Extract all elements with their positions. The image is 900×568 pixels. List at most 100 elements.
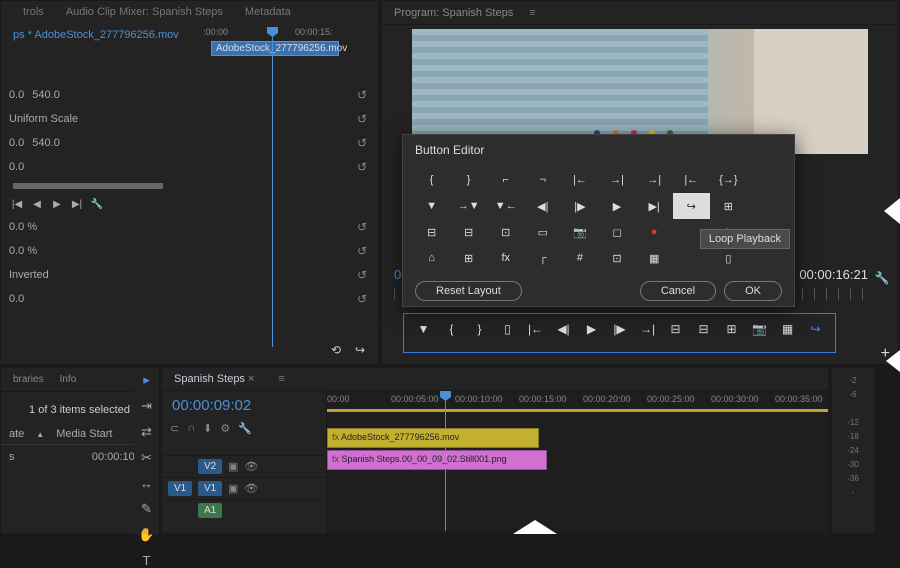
transport-button-11[interactable]: ⊞ [724,321,740,337]
editor-button-11[interactable]: →▼ [450,193,487,219]
editor-button-10[interactable]: ▼ [413,193,450,219]
tab-sequence[interactable]: Spanish Steps [162,368,266,390]
eye-icon[interactable]: 👁 [244,482,258,495]
editor-button-25[interactable]: ◻ [598,219,635,245]
transport-button-14[interactable]: ↪ [808,321,824,337]
tab-audio-mixer[interactable]: Audio Clip Mixer: Spanish Steps [56,1,233,23]
editor-button-21[interactable]: ⊟ [450,219,487,245]
transport-button-1[interactable]: { [444,321,460,337]
transport-button-12[interactable]: 📷 [752,321,768,337]
transport-button-bar[interactable]: ▼{}▯|←◀|▶|▶→|⊟⊟⊞📷▦↪ [403,313,836,353]
reset-icon[interactable]: ↺ [354,135,370,151]
fx-slider[interactable] [13,183,163,189]
transport-button-7[interactable]: |▶ [612,321,628,337]
track-header-v1[interactable]: V1V1▣👁 [162,477,326,499]
tab-metadata[interactable]: Metadata [235,1,301,23]
eye-icon[interactable]: 👁 [244,460,258,473]
timeline-ruler[interactable]: 00:0000:00:05:0000:00:10:0000:00:15:0000… [327,391,828,411]
clip-v1[interactable]: Spanish Steps.00_00_09_02.Still001.png [327,450,547,470]
selection-tool-icon[interactable]: ▸ [138,372,156,388]
editor-button-36[interactable]: ▦ [636,245,673,271]
export-icon[interactable]: ↪ [352,342,368,358]
editor-button-35[interactable]: ⊡ [598,245,635,271]
transport-button-2[interactable]: } [472,321,488,337]
transport-button-4[interactable]: |← [528,321,544,337]
clip-v2[interactable]: AdobeStock_277796256.mov [327,428,539,448]
toggle-output-icon[interactable]: ▣ [228,482,238,495]
editor-button-7[interactable]: |← [673,167,710,193]
fx-inverted[interactable]: Inverted [9,269,49,281]
editor-button-30[interactable]: ⌂ [413,245,450,271]
toggle-output-icon[interactable]: ▣ [228,460,238,473]
fx-row-rot[interactable]: 0.0↺ [1,155,378,179]
razor-tool-icon[interactable]: ✂ [138,450,156,466]
transport-button-13[interactable]: ▦ [780,321,796,337]
transport-button-6[interactable]: ▶ [584,321,600,337]
editor-button-9[interactable] [747,167,784,193]
editor-button-6[interactable]: →| [636,167,673,193]
editor-button-2[interactable]: ⌐ [487,167,524,193]
track-header-v2[interactable]: V2▣👁 [162,455,326,477]
tab-libraries[interactable]: braries [5,370,52,389]
hand-tool-icon[interactable]: ✋ [138,527,156,543]
transport-button-9[interactable]: ⊟ [668,321,684,337]
track-select-tool-icon[interactable]: ⇥ [138,398,156,414]
editor-button-15[interactable]: ▶ [598,193,635,219]
fx-val[interactable]: 0.0 % [9,245,37,257]
wrench-icon[interactable]: 🔧 [238,422,252,435]
editor-button-4[interactable]: |← [561,167,598,193]
col-media-start[interactable]: Media Start [56,428,112,440]
editor-button-0[interactable]: { [413,167,450,193]
wrench-icon[interactable]: 🔧 [874,270,890,286]
editor-button-26[interactable]: ● [636,219,673,245]
sync-icon[interactable]: ⟲ [328,342,344,358]
editor-button-16[interactable]: ▶| [636,193,673,219]
cancel-button[interactable]: Cancel [640,281,716,301]
editor-button-8[interactable]: {→} [710,167,747,193]
work-area-bar[interactable] [327,409,828,412]
editor-button-13[interactable]: ◀| [524,193,561,219]
fx-row-position[interactable]: 0.0540.0↺ [1,83,378,107]
editor-button-22[interactable]: ⊡ [487,219,524,245]
timeline-tracks[interactable]: 00:0000:00:05:0000:00:10:0000:00:15:0000… [327,391,828,533]
editor-button-33[interactable]: ┌ [524,245,561,271]
marker-icon[interactable]: ⬇ [203,422,212,435]
wrench-icon[interactable]: 🔧 [89,197,105,211]
reset-icon[interactable]: ↺ [354,291,370,307]
play-icon[interactable]: ▶ [49,197,65,211]
reset-icon[interactable]: ↺ [354,243,370,259]
type-tool-icon[interactable]: T [138,553,156,568]
timeline-timecode[interactable]: 00:00:09:02 [162,391,326,420]
fx-val[interactable]: 0.0 % [9,221,37,233]
snap-icon[interactable]: ⊂ [170,422,179,435]
editor-button-1[interactable]: } [450,167,487,193]
tab-effect-controls[interactable]: trols [13,1,54,23]
editor-button-12[interactable]: ▼← [487,193,524,219]
editor-button-18[interactable]: ⊞ [710,193,747,219]
tab-program[interactable]: Program: Spanish Steps [382,3,525,23]
editor-button-17[interactable]: ↪ [673,193,710,219]
prev-kf-icon[interactable]: |◀ [9,197,25,211]
transport-button-5[interactable]: ◀| [556,321,572,337]
transport-button-3[interactable]: ▯ [500,321,516,337]
reset-icon[interactable]: ↺ [354,111,370,127]
fx-row-uniform[interactable]: Uniform Scale↺ [1,107,378,131]
tab-info[interactable]: Info [52,370,85,389]
slip-tool-icon[interactable]: ↔ [138,476,156,491]
editor-button-32[interactable]: fx [487,245,524,271]
fx-playhead[interactable] [272,27,273,347]
editor-button-20[interactable]: ⊟ [413,219,450,245]
next-kf-icon[interactable]: ▶| [69,197,85,211]
transport-button-0[interactable]: ▼ [416,321,432,337]
settings-icon[interactable]: ⚙ [220,422,230,435]
reset-icon[interactable]: ↺ [354,87,370,103]
fx-row-anchor[interactable]: 0.0540.0↺ [1,131,378,155]
editor-button-14[interactable]: |▶ [561,193,598,219]
link-icon[interactable]: ∩ [187,422,195,435]
editor-button-23[interactable]: ▭ [524,219,561,245]
ok-button[interactable]: OK [724,281,782,301]
ripple-tool-icon[interactable]: ⇄ [138,424,156,440]
track-header-a1[interactable]: A1 [162,499,326,521]
reset-icon[interactable]: ↺ [354,159,370,175]
play-icon[interactable]: ◀ [29,197,45,211]
